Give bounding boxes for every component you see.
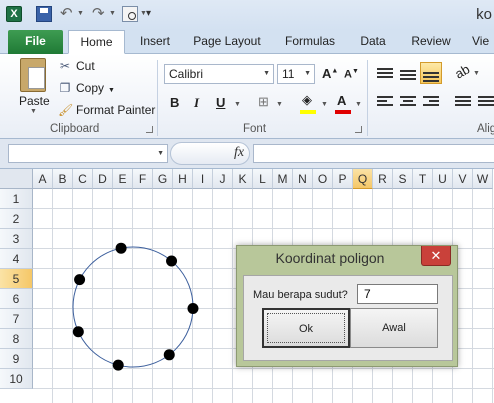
close-button[interactable]: ✕ <box>421 246 451 266</box>
ok-button[interactable]: Ok <box>262 308 350 348</box>
corner-count-label: Mau berapa sudut? <box>253 289 348 301</box>
polygon-vertex <box>187 302 199 314</box>
polygon-vertices <box>72 242 199 371</box>
polygon-vertex <box>74 274 86 286</box>
awal-button[interactable]: Awal <box>350 308 438 348</box>
koordinat-dialog: Koordinat poligon ✕ Mau berapa sudut? <box>236 245 458 367</box>
polygon-vertex <box>72 326 84 338</box>
polygon-vertex <box>112 359 124 371</box>
corner-count-input[interactable] <box>357 284 438 304</box>
polygon-vertex <box>163 349 175 361</box>
polygon-vertex <box>115 242 127 254</box>
polygon-vertex <box>166 255 178 267</box>
